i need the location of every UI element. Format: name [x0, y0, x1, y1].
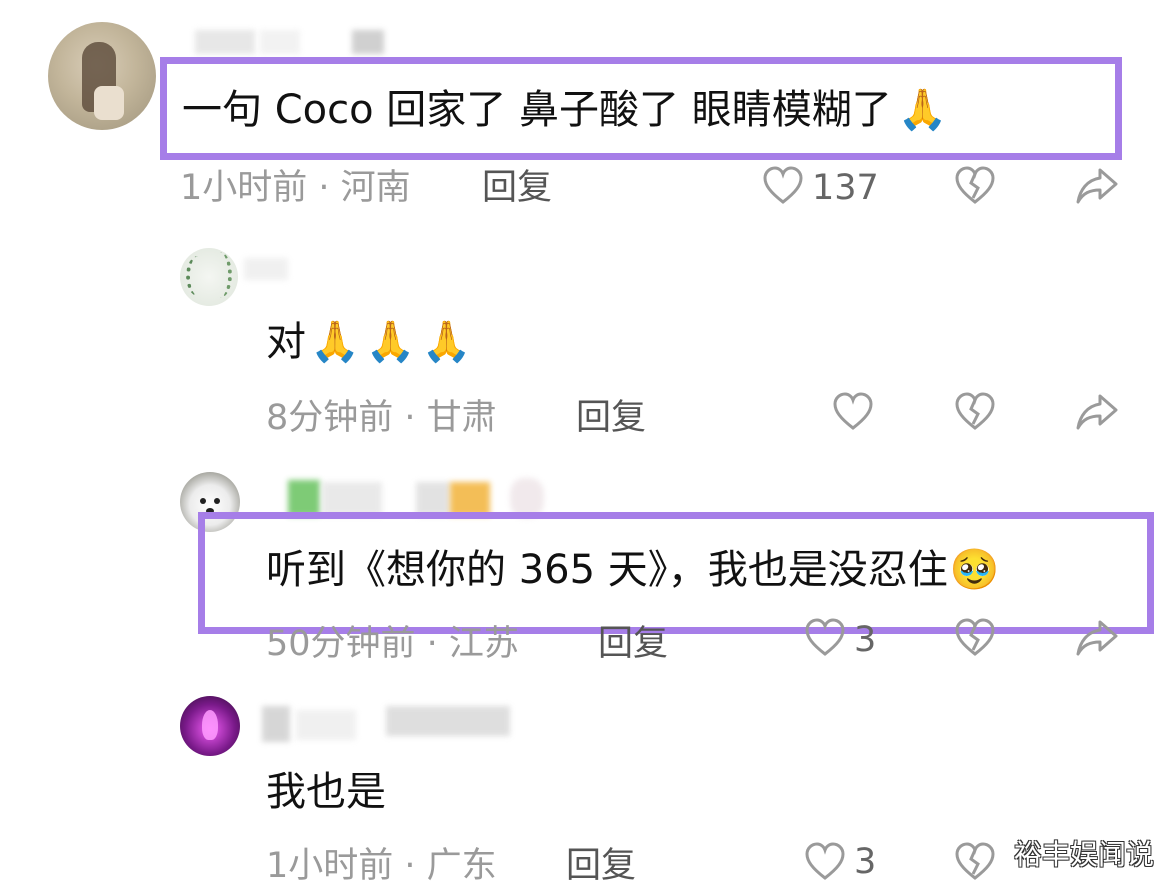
comment-text: 对 🙏🙏🙏	[266, 319, 478, 365]
share-arrow-icon[interactable]	[1074, 392, 1120, 432]
like-count: 3	[854, 620, 877, 660]
comment-meta: 8分钟前 · 甘肃	[266, 398, 497, 438]
comment-text: 一句 Coco 回家了 鼻子酸了 眼睛模糊了 🙏	[182, 87, 948, 133]
share-arrow-icon[interactable]	[1074, 166, 1120, 206]
comment-text: 我也是	[266, 769, 386, 815]
username-blurred	[386, 706, 510, 736]
reply-button[interactable]: 回复	[598, 624, 668, 664]
like-count: 137	[812, 168, 879, 208]
share-arrow-icon[interactable]	[1074, 618, 1120, 658]
broken-heart-icon[interactable]	[954, 166, 996, 206]
reply-button[interactable]: 回复	[566, 846, 636, 886]
username-blurred	[288, 480, 320, 516]
username-blurred	[296, 710, 356, 740]
reply-button[interactable]: 回复	[576, 398, 646, 438]
avatar[interactable]	[48, 22, 156, 130]
watermark: 裕丰娱闻说	[1013, 838, 1154, 871]
avatar[interactable]	[180, 472, 240, 532]
username-blurred	[195, 30, 255, 54]
comment-meta: 1小时前 · 广东	[266, 846, 497, 886]
username-blurred	[352, 30, 384, 54]
comment-text: 听到《想你的 365 天》，我也是没忍住🥹	[266, 547, 1000, 593]
username-blurred	[322, 482, 382, 516]
comment-meta: 1小时前 · 河南	[180, 168, 411, 208]
username-blurred	[510, 478, 544, 518]
username-blurred	[450, 482, 490, 516]
avatar[interactable]	[180, 248, 238, 306]
pray-emoji: 🙏🙏🙏	[310, 319, 478, 365]
heart-outline-icon[interactable]	[804, 618, 846, 658]
like-count: 3	[854, 842, 877, 882]
username-blurred	[262, 706, 290, 742]
heart-outline-icon[interactable]	[832, 392, 874, 432]
username-blurred	[244, 258, 288, 280]
pray-emoji: 🙏	[897, 87, 948, 133]
avatar[interactable]	[180, 696, 240, 756]
username-blurred	[416, 482, 450, 516]
heart-outline-icon[interactable]	[762, 166, 804, 206]
comment-meta: 50分钟前 · 江苏	[266, 624, 519, 664]
username-blurred	[260, 30, 300, 54]
broken-heart-icon[interactable]	[954, 842, 996, 882]
reply-button[interactable]: 回复	[482, 168, 552, 208]
heart-outline-icon[interactable]	[804, 842, 846, 882]
broken-heart-icon[interactable]	[954, 392, 996, 432]
holding-back-tears-emoji: 🥹	[949, 547, 1000, 593]
broken-heart-icon[interactable]	[954, 618, 996, 658]
